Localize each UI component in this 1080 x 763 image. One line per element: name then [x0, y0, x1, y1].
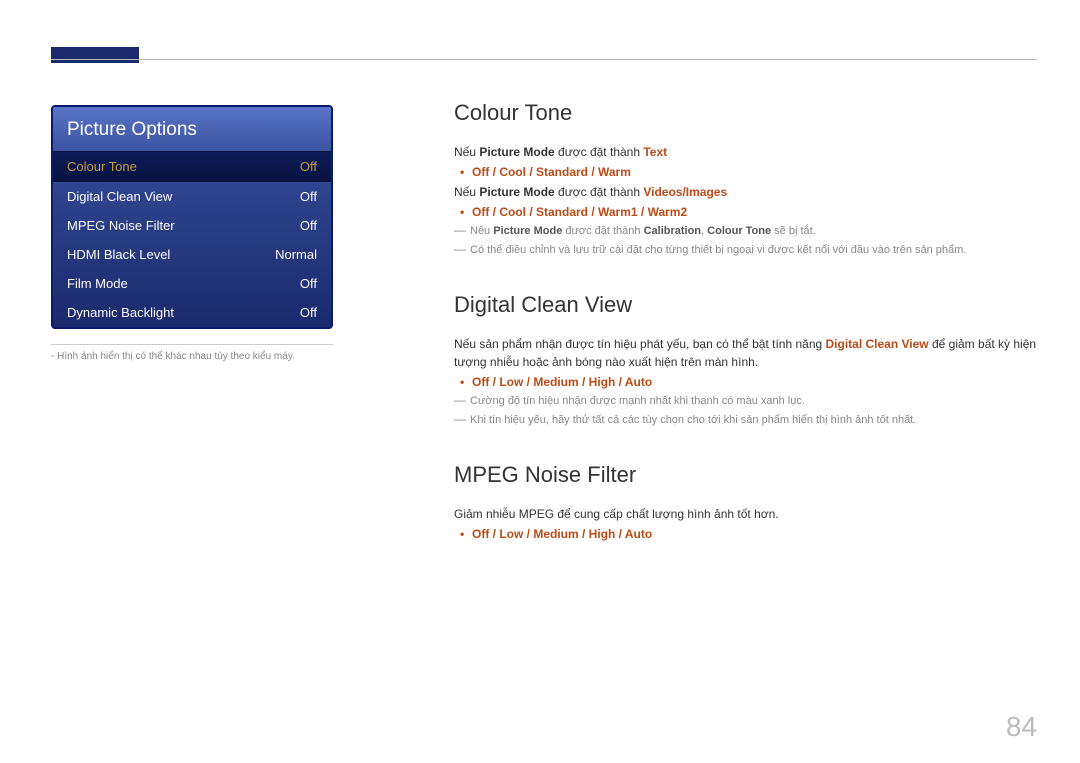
note-text: Có thể điều chỉnh và lưu trữ cài đặt cho… [454, 242, 1037, 259]
top-rule [51, 59, 1037, 60]
row-label: MPEG Noise Filter [67, 218, 175, 233]
panel-row-digital-clean-view[interactable]: Digital Clean View Off [53, 182, 331, 211]
option-list: Off / Low / Medium / High / Auto [454, 525, 1037, 543]
accent-bar [51, 47, 139, 59]
body-text: Giảm nhiễu MPEG để cung cấp chất lượng h… [454, 505, 1037, 523]
panel-row-film-mode[interactable]: Film Mode Off [53, 269, 331, 298]
picture-options-panel: Picture Options Colour Tone Off Digital … [51, 105, 333, 329]
panel-row-mpeg-noise-filter[interactable]: MPEG Noise Filter Off [53, 211, 331, 240]
option-list: Off / Low / Medium / High / Auto [454, 373, 1037, 391]
row-value: Off [300, 159, 317, 174]
panel-row-hdmi-black-level[interactable]: HDMI Black Level Normal [53, 240, 331, 269]
content-column: Colour Tone Nếu Picture Mode được đặt th… [454, 96, 1037, 545]
row-value: Normal [275, 247, 317, 262]
body-text: Nếu Picture Mode được đặt thành Text [454, 143, 1037, 161]
panel-row-colour-tone[interactable]: Colour Tone Off [53, 151, 331, 182]
body-text: Nếu Picture Mode được đặt thành Videos/I… [454, 183, 1037, 201]
row-label: Colour Tone [67, 159, 137, 174]
row-value: Off [300, 189, 317, 204]
row-label: HDMI Black Level [67, 247, 170, 262]
section-title-mpeg-noise-filter: MPEG Noise Filter [454, 458, 1037, 491]
row-value: Off [300, 305, 317, 320]
row-value: Off [300, 276, 317, 291]
note-text: Nếu Picture Mode được đặt thành Calibrat… [454, 223, 1037, 240]
row-label: Dynamic Backlight [67, 305, 174, 320]
row-label: Digital Clean View [67, 189, 172, 204]
row-value: Off [300, 218, 317, 233]
panel-title: Picture Options [53, 107, 331, 151]
page-number: 84 [1006, 711, 1037, 743]
row-label: Film Mode [67, 276, 128, 291]
section-title-digital-clean-view: Digital Clean View [454, 288, 1037, 321]
panel-row-dynamic-backlight[interactable]: Dynamic Backlight Off [53, 298, 331, 327]
body-text: Nếu sản phẩm nhận được tín hiệu phát yếu… [454, 335, 1037, 371]
option-list: Off / Cool / Standard / Warm [454, 163, 1037, 181]
section-title-colour-tone: Colour Tone [454, 96, 1037, 129]
note-text: Khi tín hiệu yếu, hãy thử tất cả các tùy… [454, 412, 1037, 429]
panel-footnote: - Hình ảnh hiển thị có thể khác nhau tùy… [51, 344, 333, 362]
note-text: Cường độ tín hiệu nhận được mạnh nhất kh… [454, 393, 1037, 410]
option-list: Off / Cool / Standard / Warm1 / Warm2 [454, 203, 1037, 221]
